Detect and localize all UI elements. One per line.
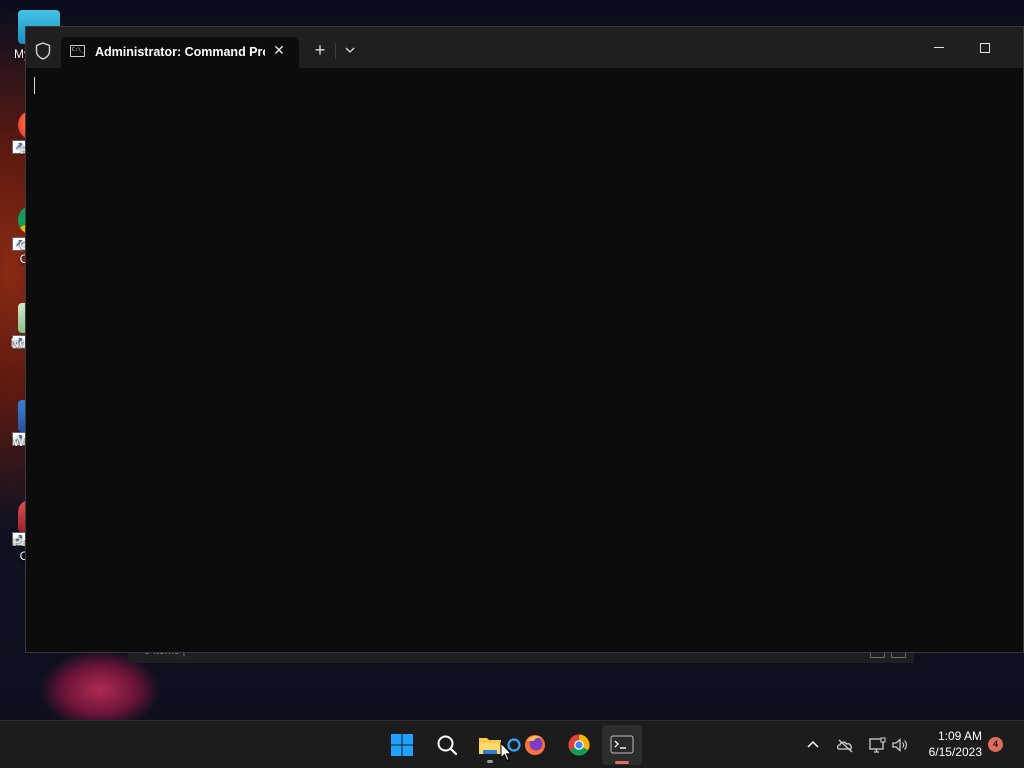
chrome-icon xyxy=(568,734,590,756)
command-prompt-icon xyxy=(70,45,85,57)
shield-icon xyxy=(35,42,51,60)
clock[interactable]: 1:09 AM 6/15/2023 xyxy=(906,728,982,760)
tab-title: Administrator: Command Prompt xyxy=(95,45,265,59)
running-indicator xyxy=(487,760,493,763)
terminal-icon xyxy=(610,735,634,754)
tab-command-prompt[interactable]: Administrator: Command Prompt ✕ xyxy=(61,37,299,68)
taskbar: 1:09 AM 6/15/2023 4 xyxy=(0,720,1024,768)
minimize-button[interactable] xyxy=(919,37,959,59)
maximize-button[interactable] xyxy=(965,37,1005,59)
terminal-window: Administrator: Command Prompt ✕ + xyxy=(25,26,1024,653)
network-icon[interactable] xyxy=(867,735,887,755)
firefox-icon xyxy=(525,735,545,755)
start-button[interactable] xyxy=(382,725,422,765)
mouse-pointer-icon xyxy=(500,742,512,762)
text-cursor xyxy=(34,77,35,94)
active-indicator xyxy=(615,761,629,764)
notification-badge[interactable]: 4 xyxy=(988,737,1003,752)
tab-divider xyxy=(335,43,336,59)
terminal-titlebar[interactable]: Administrator: Command Prompt ✕ + xyxy=(26,27,1023,68)
clock-date: 6/15/2023 xyxy=(928,745,982,759)
chrome-button[interactable] xyxy=(559,725,599,765)
console-output-area[interactable] xyxy=(26,68,1023,652)
windows-logo-icon xyxy=(391,734,413,756)
close-icon[interactable]: ✕ xyxy=(271,42,287,58)
new-tab-button[interactable]: + xyxy=(311,41,329,59)
firefox-button[interactable] xyxy=(515,725,555,765)
clock-time: 1:09 AM xyxy=(937,729,982,743)
terminal-button[interactable] xyxy=(602,725,642,765)
search-button[interactable] xyxy=(427,725,467,765)
chevron-down-icon[interactable] xyxy=(342,42,358,58)
onedrive-offline-icon[interactable] xyxy=(835,735,855,755)
search-icon xyxy=(437,735,458,756)
chevron-up-icon[interactable] xyxy=(803,735,823,755)
